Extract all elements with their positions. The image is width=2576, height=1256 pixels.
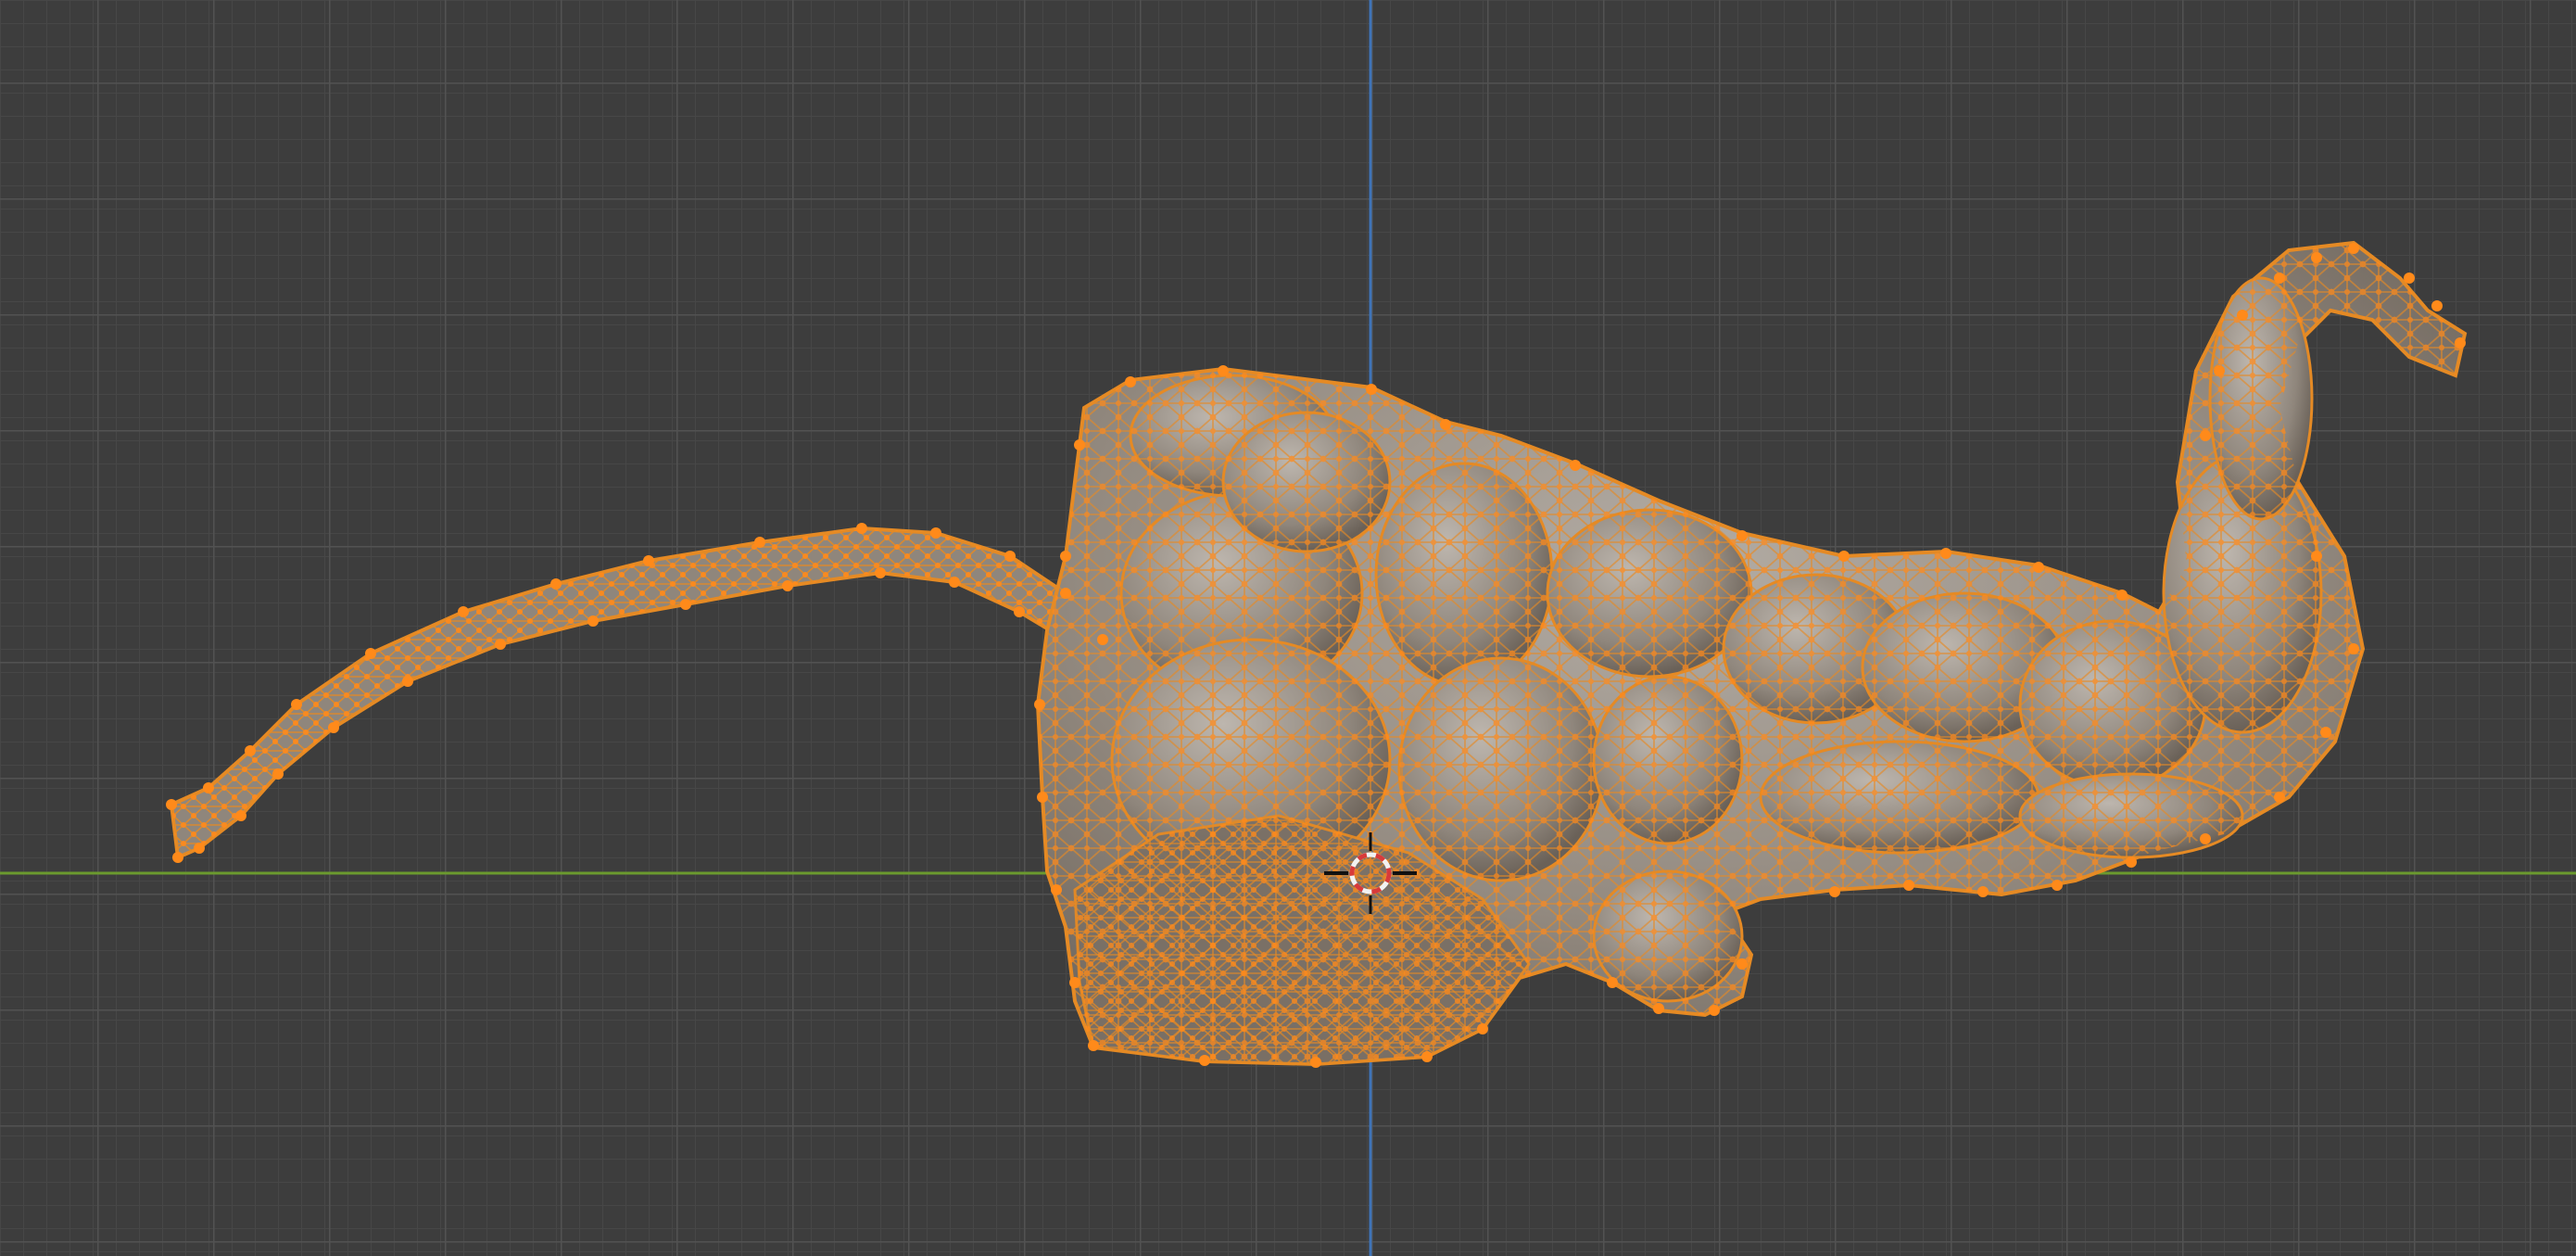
3d-viewport[interactable]	[0, 0, 2576, 1256]
viewport-canvas[interactable]	[0, 0, 2576, 1256]
